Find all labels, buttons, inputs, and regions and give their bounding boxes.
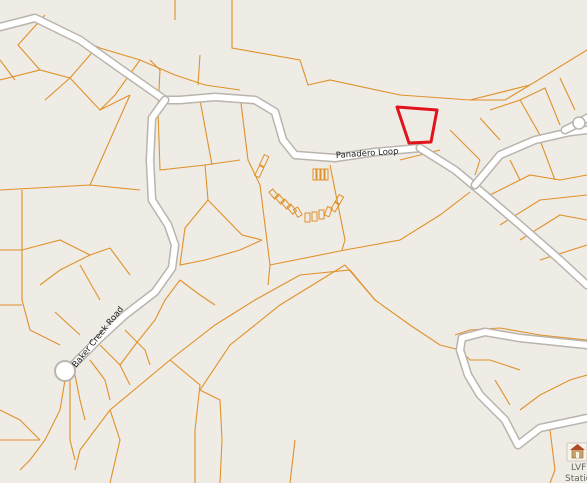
highlighted-parcel[interactable]	[395, 105, 439, 145]
fire-station-poi[interactable]: LVF Station	[565, 442, 587, 483]
road-label-panadero-loop: Panadero Loop	[336, 147, 399, 161]
map-canvas[interactable]: Panadero Loop Baker Creek Road LVF Stati…	[0, 0, 587, 483]
poi-label-line1: LVF	[571, 463, 586, 473]
road-label-baker-creek-road: Baker Creek Road	[71, 305, 126, 370]
poi-label-line2: Station	[565, 474, 587, 483]
cul-de-sac-east	[572, 116, 586, 130]
road-network	[0, 13, 587, 450]
map-layer: Panadero Loop Baker Creek Road LVF Stati…	[0, 0, 587, 483]
buildings	[253, 153, 345, 223]
